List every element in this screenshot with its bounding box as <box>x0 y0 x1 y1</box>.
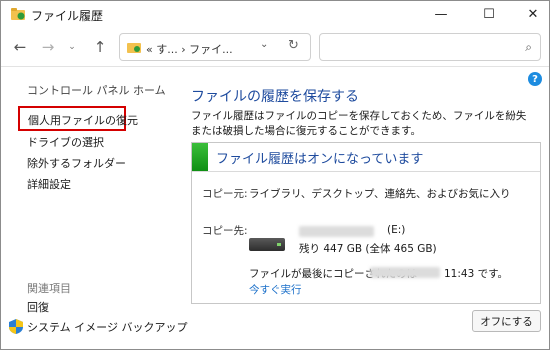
last-copied-time: 11:43 です。 <box>444 268 509 280</box>
search-icon: ⌕ <box>525 40 532 54</box>
control-panel-home-link[interactable]: コントロール パネル ホーム <box>27 82 166 98</box>
sidebar-item-system-image-backup[interactable]: システム イメージ バックアップ <box>27 319 187 335</box>
refresh-icon[interactable]: ↻ <box>288 38 299 53</box>
page-title: ファイルの履歴を保存する <box>191 89 359 105</box>
maximize-button[interactable]: ☐ <box>469 1 509 28</box>
redacted-date <box>370 267 440 278</box>
run-now-link[interactable]: 今すぐ実行 <box>249 282 302 297</box>
sidebar-item-restore-personal-files[interactable]: 個人用ファイルの復元 <box>18 106 138 131</box>
status-text: ファイル履歴はオンになっています <box>216 152 424 167</box>
copy-source-value: ライブラリ、デスクトップ、連絡先、およびお気に入り <box>249 188 511 200</box>
copy-destination-label: コピー先: <box>202 225 248 237</box>
sidebar: コントロール パネル ホーム 個人用ファイルの復元 ドライブの選択 除外するフォ… <box>1 67 187 350</box>
search-input[interactable]: ⌕ <box>319 33 541 61</box>
status-indicator <box>192 143 208 171</box>
related-heading: 関連項目 <box>27 282 71 295</box>
chevron-down-icon[interactable]: ⌄ <box>260 39 268 50</box>
navigation-bar: ← → ⌄ ↑ « す... › ファイ... ⌄ ↻ ⌕ <box>1 28 549 66</box>
page-description: ファイル履歴はファイルのコピーを保存しておくため、ファイルを紛失または破損した場… <box>191 110 527 137</box>
back-button[interactable]: ← <box>9 36 31 58</box>
sidebar-item-advanced-settings[interactable]: 詳細設定 <box>27 176 71 192</box>
title-bar: ファイル履歴 — ☐ ✕ <box>1 1 549 28</box>
status-panel: ファイル履歴はオンになっています コピー元: ライブラリ、デスクトップ、連絡先、… <box>191 142 541 304</box>
close-button[interactable]: ✕ <box>513 1 550 28</box>
breadcrumb[interactable]: « す... › ファイ... <box>146 41 233 57</box>
copy-source-label: コピー元: <box>202 188 248 200</box>
file-history-icon <box>11 8 25 20</box>
drive-space: 残り 447 GB (全体 465 GB) <box>299 243 437 255</box>
redacted-drive-name <box>299 226 374 237</box>
address-bar[interactable]: « す... › ファイ... ⌄ ↻ <box>119 33 311 61</box>
window-title: ファイル履歴 <box>31 9 104 23</box>
minimize-button[interactable]: — <box>421 1 461 28</box>
forward-button[interactable]: → <box>37 36 59 58</box>
file-history-window: ファイル履歴 — ☐ ✕ ← → ⌄ ↑ « す... › ファイ... ⌄ ↻… <box>0 0 550 350</box>
status-header: ファイル履歴はオンになっています <box>192 143 540 172</box>
shield-icon <box>9 319 23 334</box>
sidebar-item-select-drive[interactable]: ドライブの選択 <box>27 134 104 150</box>
drive-icon <box>249 238 285 251</box>
recent-locations-button[interactable]: ⌄ <box>61 36 83 58</box>
sidebar-item-exclude-folders[interactable]: 除外するフォルダー <box>27 155 126 171</box>
help-icon[interactable]: ? <box>528 72 542 86</box>
turn-off-button[interactable]: オフにする <box>472 310 541 332</box>
sidebar-item-recovery[interactable]: 回復 <box>27 299 49 315</box>
drive-letter: (E:) <box>387 224 406 236</box>
up-button[interactable]: ↑ <box>89 36 111 58</box>
folder-icon <box>127 43 141 53</box>
